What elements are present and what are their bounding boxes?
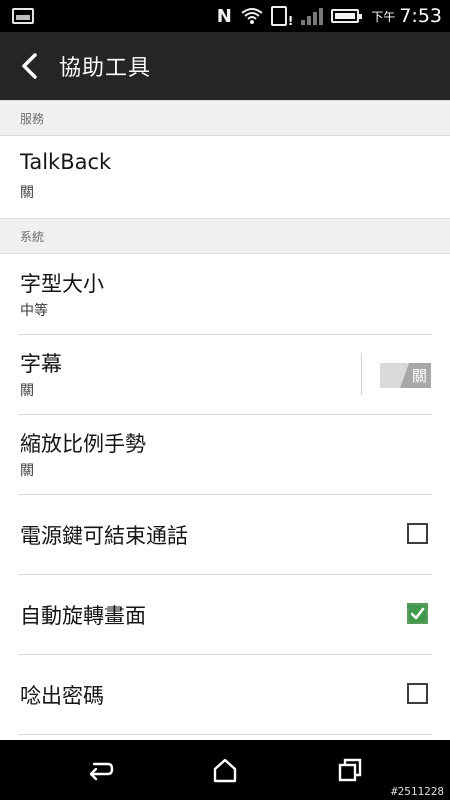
setting-title: 字型大小 xyxy=(20,272,104,296)
setting-font-size[interactable]: 字型大小 中等 xyxy=(0,254,450,334)
page-title: 協助工具 xyxy=(59,56,152,81)
setting-title: 縮放比例手勢 xyxy=(20,432,146,456)
vertical-separator xyxy=(361,353,362,395)
toggle-state-label: 關 xyxy=(411,367,427,385)
setting-title: 字幕 xyxy=(20,352,62,376)
status-bar: N 下午 7:53 xyxy=(0,0,450,32)
clock-time: 7:53 xyxy=(399,5,442,27)
setting-magnification-gestures[interactable]: 縮放比例手勢 關 xyxy=(0,415,450,494)
setting-subtitle: 關 xyxy=(20,383,34,399)
setting-title: 唸出密碼 xyxy=(20,684,104,708)
captions-toggle-switch[interactable]: 關 xyxy=(380,363,431,388)
checkmark-icon xyxy=(410,607,425,620)
section-header-services: 服務 xyxy=(0,100,450,136)
back-button[interactable] xyxy=(10,46,50,86)
recent-apps-icon xyxy=(338,758,362,782)
back-arrow-icon xyxy=(89,762,114,781)
setting-auto-rotate[interactable]: 自動旋轉畫面 xyxy=(0,575,450,654)
section-label: 系統 xyxy=(20,230,45,244)
nav-home-button[interactable] xyxy=(211,756,239,784)
battery-icon xyxy=(331,9,363,23)
nav-recents-button[interactable] xyxy=(336,756,364,784)
watermark-text: #2511228 xyxy=(391,785,444,798)
navigation-bar: #2511228 xyxy=(0,740,450,800)
section-label: 服務 xyxy=(20,112,45,126)
cell-signal-icon xyxy=(301,7,324,25)
setting-subtitle: 中等 xyxy=(20,303,48,319)
setting-power-ends-call[interactable]: 電源鍵可結束通話 xyxy=(0,495,450,574)
status-icons: N 下午 7:53 xyxy=(215,0,442,32)
setting-speak-passwords[interactable]: 唸出密碼 xyxy=(0,655,450,734)
home-icon xyxy=(213,758,237,783)
setting-title: 電源鍵可結束通話 xyxy=(20,524,188,548)
action-bar: 協助工具 xyxy=(0,32,450,100)
gallery-notification-icon xyxy=(12,8,34,24)
setting-subtitle: 關 xyxy=(20,463,34,479)
power-ends-call-checkbox[interactable] xyxy=(407,523,428,544)
setting-talkback[interactable]: TalkBack 關 xyxy=(0,136,450,218)
wifi-icon xyxy=(241,7,263,25)
setting-title: 自動旋轉畫面 xyxy=(20,604,146,628)
chevron-left-icon xyxy=(22,53,37,79)
clock-ampm: 下午 xyxy=(371,9,396,24)
nav-back-button[interactable] xyxy=(86,756,114,784)
setting-subtitle: 關 xyxy=(20,185,34,201)
section-header-system: 系統 xyxy=(0,218,450,254)
setting-captions[interactable]: 字幕 關 關 xyxy=(0,335,450,414)
auto-rotate-checkbox[interactable] xyxy=(407,603,428,624)
sim-card-icon xyxy=(271,6,293,28)
divider xyxy=(18,734,432,735)
setting-title: TalkBack xyxy=(20,150,112,174)
speak-passwords-checkbox[interactable] xyxy=(407,683,428,704)
nfc-icon: N xyxy=(216,5,232,27)
